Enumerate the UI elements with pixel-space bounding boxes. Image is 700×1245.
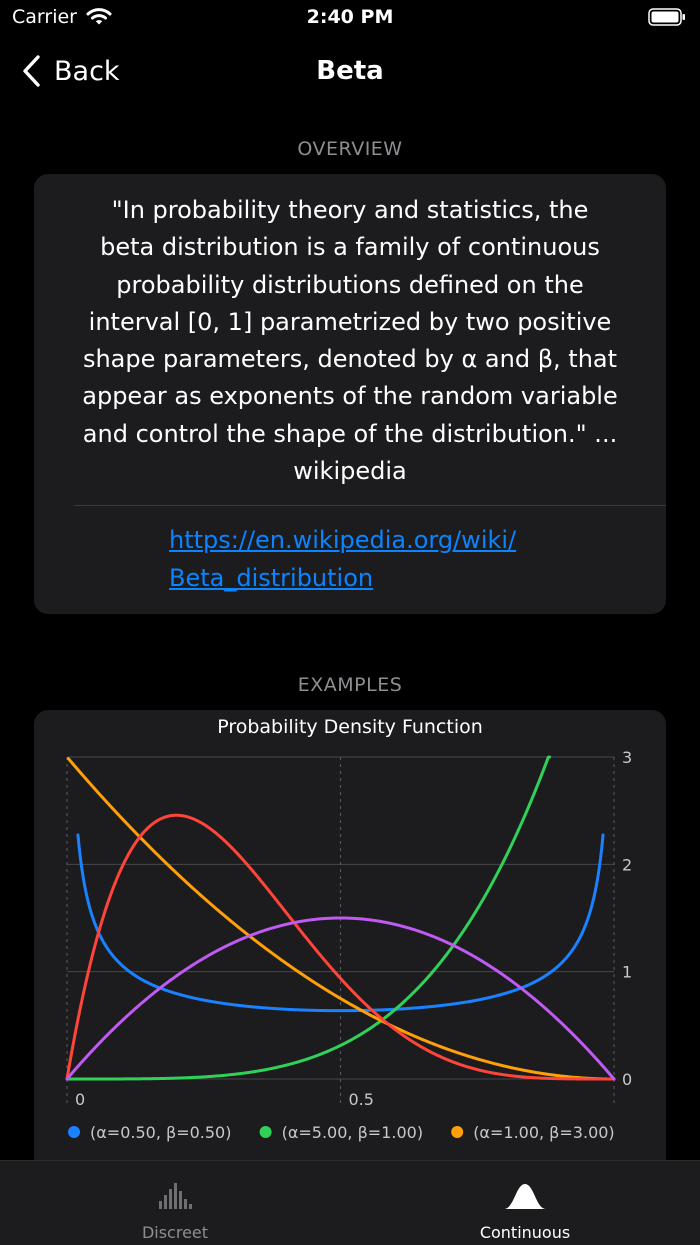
quote-line: shape parameters, denoted by α and β, th…: [82, 345, 618, 374]
pdf-chart: 0 1 2 3 0 0.5 (α=0.50, β=0.50) (α=5.00, β=1.00)…: [65, 748, 632, 1142]
navigation-bar: Back Beta: [0, 40, 700, 104]
legend-marker: [259, 1126, 272, 1138]
page-title: Beta: [316, 56, 384, 86]
quote-line: wikipedia: [293, 457, 407, 486]
examples-header: EXAMPLES: [297, 674, 403, 696]
quote-line: appear as exponents of the random variab…: [82, 382, 618, 411]
clock-time: 2:40 PM: [306, 6, 394, 28]
quote-line: and control the shape of the distributio…: [82, 419, 618, 448]
status-bar: Carrier 2:40 PM: [0, 0, 700, 36]
tab-bar: Discreet Continuous: [0, 1160, 700, 1245]
legend-label: (α=0.50, β=0.50): [90, 1123, 231, 1142]
examples-card: Probability Density Function 0 1 2 3 0 0.5 (α=…: [34, 710, 666, 1180]
y-tick-label: 2: [622, 855, 632, 874]
quote-line: "In probability theory and statistics, t…: [111, 196, 589, 224]
tab-label: Discreet: [141, 1223, 209, 1242]
battery-icon: [648, 8, 685, 26]
y-tick-label: 0: [622, 1070, 632, 1089]
overview-card: "In probability theory and statistics, t…: [34, 174, 666, 614]
y-tick-label: 3: [622, 748, 632, 767]
series-line: [65, 755, 552, 1081]
quote-line: probability distributions defined on the: [116, 270, 584, 299]
link-line: https://en.wikipedia.org/wiki/: [169, 526, 517, 554]
quote-line: beta distribution is a family of continu…: [100, 233, 600, 262]
wikipedia-link[interactable]: https://en.wikipedia.org/wiki/ Beta_dist…: [169, 522, 589, 597]
x-tick-label: 0.5: [349, 1090, 374, 1109]
legend-marker: [68, 1126, 80, 1138]
tab-discreet[interactable]: Discreet: [0, 1161, 350, 1245]
overview-quote: "In probability theory and statistics, t…: [64, 192, 636, 490]
legend-label: (α=1.00, β=3.00): [473, 1123, 614, 1142]
legend-marker: [451, 1126, 464, 1138]
y-tick-label: 1: [622, 963, 632, 982]
overview-header: OVERVIEW: [297, 138, 403, 160]
divider: [74, 505, 666, 506]
link-line: Beta_distribution: [169, 563, 374, 592]
series-line: [76, 833, 605, 1013]
bar-chart-icon: [159, 1183, 192, 1209]
tab-continuous[interactable]: Continuous: [350, 1161, 700, 1245]
x-tick-label: 0: [75, 1090, 85, 1109]
bell-curve-icon: [504, 1184, 546, 1209]
legend-label: (α=5.00, β=1.00): [282, 1123, 423, 1142]
tab-label: Continuous: [479, 1223, 571, 1242]
quote-line: interval [0, 1] parametrized by two posi…: [88, 307, 612, 336]
